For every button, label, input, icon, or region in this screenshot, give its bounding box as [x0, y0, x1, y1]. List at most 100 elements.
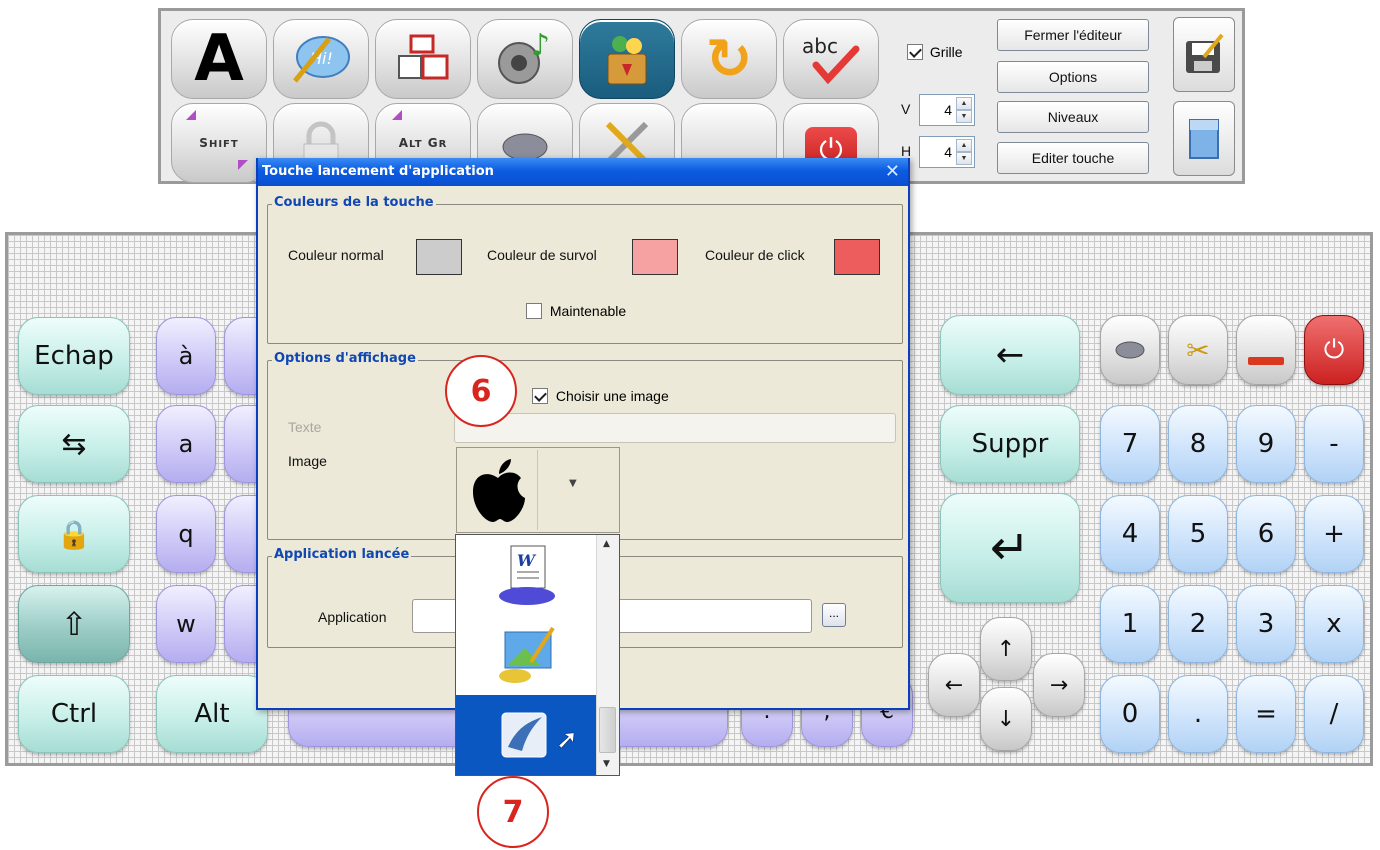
key-tools[interactable]: ✂ [1168, 315, 1228, 385]
key-alt[interactable]: Alt [156, 675, 268, 753]
v-down-arrow[interactable]: ▼ [956, 110, 972, 123]
key-multiply[interactable]: x [1304, 585, 1364, 663]
scroll-up-arrow[interactable]: ▲ [603, 539, 610, 549]
key-minus[interactable]: - [1304, 405, 1364, 483]
step-6-callout: 6 [445, 355, 517, 427]
document-icon [1189, 118, 1219, 159]
key-a[interactable]: a [156, 405, 216, 483]
close-icon[interactable]: ✕ [885, 161, 900, 182]
save-button[interactable] [1173, 17, 1235, 92]
choose-image-label: Choisir une image [555, 388, 669, 405]
load-button[interactable] [1173, 101, 1235, 176]
display-options-group: Options d'affichage Choisir une image Te… [267, 351, 903, 540]
dropdown-item-paint[interactable] [456, 615, 596, 695]
key-minimize[interactable] [1236, 315, 1296, 385]
keys-layout-button[interactable] [375, 19, 471, 99]
key-arrow-down[interactable]: ↓ [980, 687, 1032, 751]
key-escape[interactable]: Echap [18, 317, 130, 395]
openoffice-app-icon [501, 712, 547, 758]
scroll-down-arrow[interactable]: ▼ [603, 759, 610, 769]
text-input[interactable] [454, 413, 896, 443]
key-plus[interactable]: + [1304, 495, 1364, 573]
colors-group-title: Couleurs de la touche [272, 195, 436, 210]
chevron-down-icon[interactable]: ▼ [569, 478, 577, 489]
mouse-icon [502, 133, 548, 161]
shift-key-button[interactable]: SHIFT [171, 103, 267, 183]
application-label: Application [318, 609, 387, 625]
choose-image-checkbox[interactable] [532, 388, 548, 405]
holdable-toggle[interactable]: Maintenable [526, 302, 627, 320]
shift-label: SHIFT [199, 136, 239, 150]
display-group-title: Options d'affichage [272, 351, 418, 366]
key-dot[interactable]: . [1168, 675, 1228, 753]
browse-button[interactable]: ... [822, 603, 846, 627]
grid-toggle[interactable]: Grille [907, 43, 963, 61]
key-3[interactable]: 3 [1236, 585, 1296, 663]
app-launcher-button[interactable] [579, 19, 675, 99]
close-editor-button[interactable]: Fermer l'éditeur [997, 19, 1149, 51]
speech-bubble-button[interactable]: Hi! [273, 19, 369, 99]
dropdown-scrollbar[interactable]: ▲ ▼ [596, 535, 619, 775]
choose-image-toggle[interactable]: Choisir une image [532, 387, 669, 405]
key-equals[interactable]: = [1236, 675, 1296, 753]
key-ctrl[interactable]: Ctrl [18, 675, 130, 753]
key-0[interactable]: 0 [1100, 675, 1160, 753]
key-2[interactable]: 2 [1168, 585, 1228, 663]
level-up-marker [186, 110, 196, 120]
dropdown-item-openoffice[interactable]: ➚ [456, 695, 596, 775]
key-power[interactable]: ⏻ [1304, 315, 1364, 385]
minimize-icon [1248, 357, 1284, 365]
image-combo[interactable]: ▼ [456, 447, 620, 533]
dropdown-item-word[interactable]: W [456, 535, 596, 615]
key-q[interactable]: q [156, 495, 216, 573]
grid-checkbox[interactable] [907, 44, 923, 61]
mouse-icon [1115, 341, 1145, 359]
key-enter[interactable]: ↵ [940, 493, 1080, 603]
spellcheck-button[interactable]: abc [783, 19, 879, 99]
normal-color-swatch[interactable] [416, 239, 462, 275]
v-spinner[interactable]: 4 ▲ ▼ [919, 94, 975, 126]
combo-divider [537, 450, 538, 530]
key-4[interactable]: 4 [1100, 495, 1160, 573]
key-8[interactable]: 8 [1168, 405, 1228, 483]
key-arrow-left[interactable]: ← [928, 653, 980, 717]
key-backspace[interactable]: ← [940, 315, 1080, 395]
levels-button[interactable]: Niveaux [997, 101, 1149, 133]
key-mouse[interactable] [1100, 315, 1160, 385]
key-w[interactable]: w [156, 585, 216, 663]
rotate-button[interactable]: ↻ [681, 19, 777, 99]
scroll-thumb[interactable] [599, 707, 616, 753]
key-6[interactable]: 6 [1236, 495, 1296, 573]
click-color-swatch[interactable] [834, 239, 880, 275]
hover-color-swatch[interactable] [632, 239, 678, 275]
svg-text:♪: ♪ [531, 31, 550, 63]
options-button[interactable]: Options [997, 61, 1149, 93]
holdable-checkbox[interactable] [526, 303, 542, 320]
key-5[interactable]: 5 [1168, 495, 1228, 573]
font-letter-button[interactable]: A [171, 19, 267, 99]
app-group-title: Application lancée [272, 547, 412, 562]
key-1[interactable]: 1 [1100, 585, 1160, 663]
colors-group: Couleurs de la touche Couleur normal Cou… [267, 195, 903, 344]
key-a-grave[interactable]: à [156, 317, 216, 395]
key-caps-lock[interactable]: 🔒 [18, 495, 130, 573]
dialog-title-bar[interactable]: Touche lancement d'application ✕ [258, 158, 908, 186]
key-divide[interactable]: / [1304, 675, 1364, 753]
key-tab[interactable]: ⇆ [18, 405, 130, 483]
click-color-label: Couleur de click [705, 247, 805, 263]
key-arrow-up[interactable]: ↑ [980, 617, 1032, 681]
h-down-arrow[interactable]: ▼ [956, 152, 972, 165]
holdable-label: Maintenable [549, 303, 627, 320]
sound-button[interactable]: ♪ [477, 19, 573, 99]
v-up-arrow[interactable]: ▲ [956, 97, 972, 110]
key-delete[interactable]: Suppr [940, 405, 1080, 483]
key-7[interactable]: 7 [1100, 405, 1160, 483]
key-arrow-right[interactable]: → [1033, 653, 1085, 717]
image-dropdown-list: W ➚ ▲ ▼ [455, 534, 620, 776]
save-floppy-icon [1186, 33, 1224, 73]
edit-key-button[interactable]: Editer touche [997, 142, 1149, 174]
key-9[interactable]: 9 [1236, 405, 1296, 483]
key-shift[interactable]: ⇧ [18, 585, 130, 663]
h-spinner[interactable]: 4 ▲ ▼ [919, 136, 975, 168]
h-up-arrow[interactable]: ▲ [956, 139, 972, 152]
